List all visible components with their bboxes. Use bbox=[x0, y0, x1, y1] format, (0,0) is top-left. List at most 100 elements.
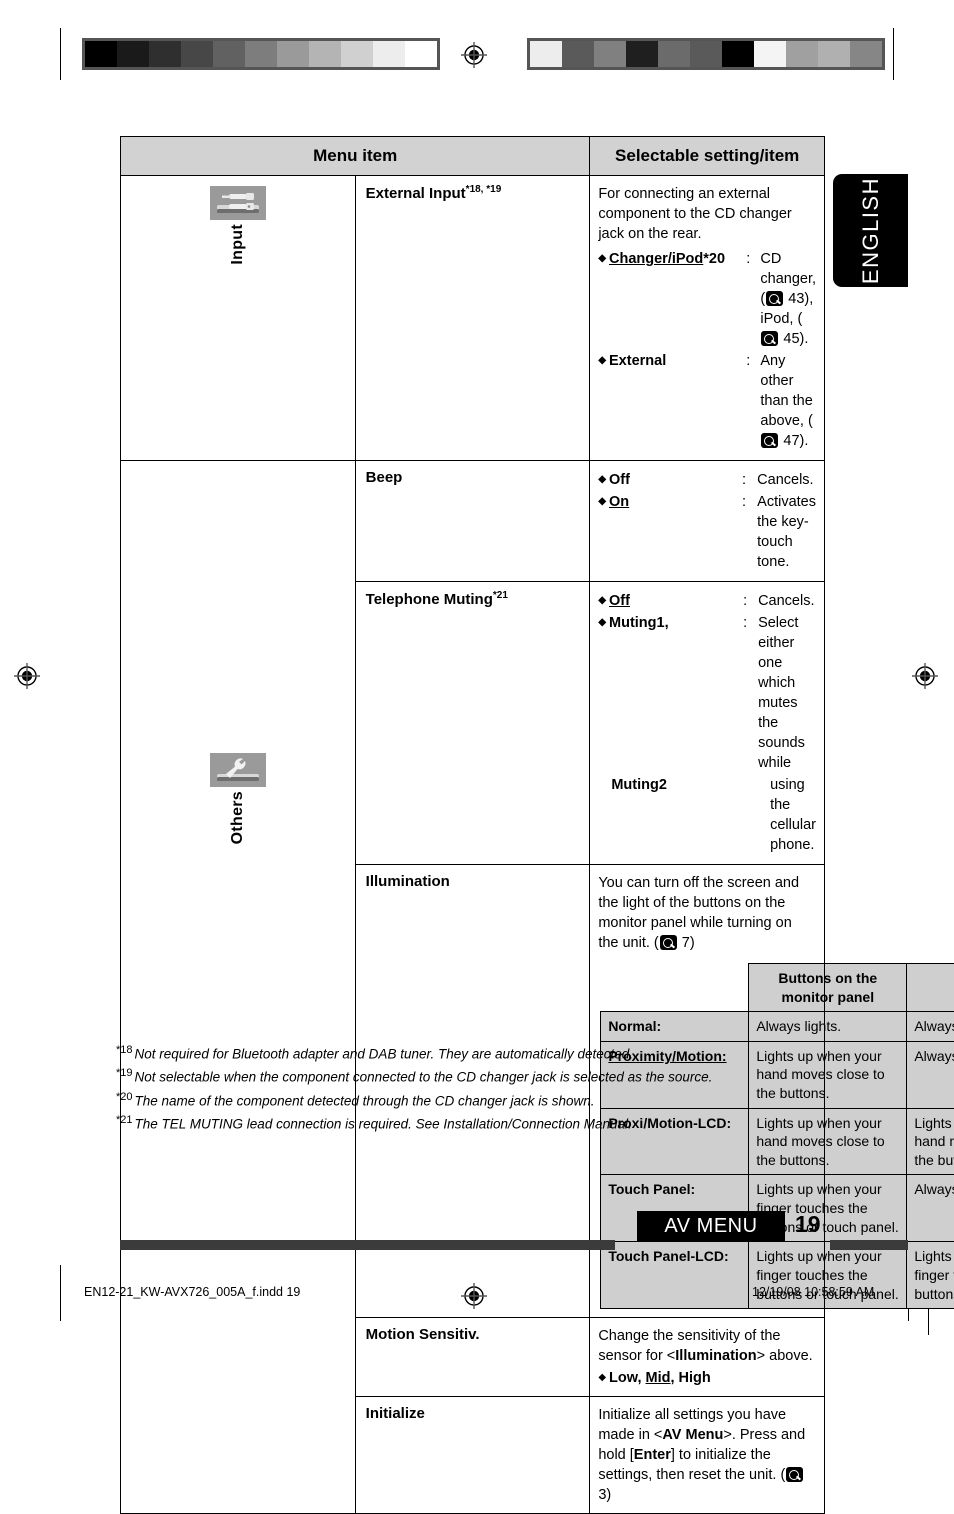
illumination-screen-value: Lights up when your hand moves close to … bbox=[906, 1107, 954, 1176]
category-label-others: Others bbox=[228, 791, 246, 845]
av-menu-table: Menu item Selectable setting/item Input … bbox=[119, 136, 954, 1514]
language-tab-label: ENGLISH bbox=[857, 176, 883, 285]
description-text: You can turn off the screen and the ligh… bbox=[598, 873, 816, 953]
calibration-swatch bbox=[530, 41, 562, 67]
option-list: ◆ Off : Cancels. ◆ On : Activates the key-… bbox=[598, 469, 816, 573]
calibration-swatch bbox=[373, 41, 405, 67]
description-text: For connecting an external component to … bbox=[598, 186, 792, 242]
footnote-item: *18 Not required for Bluetooth adapter an… bbox=[116, 1042, 816, 1065]
category-cell-others: Others bbox=[120, 459, 356, 1514]
option-label: Off bbox=[609, 472, 630, 488]
option-description: Cancels. bbox=[758, 593, 815, 609]
calibration-strip-right bbox=[527, 38, 885, 70]
bullet-diamond-icon: ◆ bbox=[598, 496, 607, 507]
option-key: ◆ External bbox=[598, 350, 746, 452]
illumination-blank-header bbox=[600, 963, 750, 1013]
desc-part: ). bbox=[799, 433, 809, 449]
page-ref: 47 bbox=[783, 433, 800, 449]
calibration-swatch bbox=[786, 41, 818, 67]
option-key: ◆ Off bbox=[598, 590, 743, 612]
registration-target-left bbox=[14, 663, 40, 689]
category-cell-input: Input bbox=[120, 175, 356, 461]
calibration-swatch bbox=[277, 41, 309, 67]
calibration-swatch bbox=[658, 41, 690, 67]
footnote-text: Not required for Bluetooth adapter and D… bbox=[134, 1046, 634, 1062]
option-colon: : bbox=[746, 353, 751, 369]
column-header-selectable-setting: Selectable setting/item bbox=[589, 136, 825, 176]
calibration-strip-left bbox=[82, 38, 440, 70]
menu-item-value-telephone-muting: ◆ Off : Cancels. ◆ Muting1, : Select eithe… bbox=[589, 581, 825, 865]
av-input-jack-icon bbox=[209, 186, 266, 220]
magnifier-icon bbox=[659, 935, 677, 950]
option-key: ◆ Off bbox=[598, 469, 742, 491]
illumination-screen-value: Always lights. bbox=[906, 1011, 954, 1042]
option-row-continued: Muting2 using the cellular phone. bbox=[598, 774, 816, 856]
footnote-item: *19 Not selectable when the component con… bbox=[116, 1065, 816, 1088]
bullet-diamond-icon: ◆ bbox=[598, 595, 607, 606]
option-list: ◆ Changer/iPod*20 : CD changer, ( 43), iP… bbox=[598, 248, 816, 452]
calibration-swatch bbox=[341, 41, 373, 67]
crop-mark bbox=[60, 1265, 61, 1321]
menu-item-name-beep: Beep bbox=[354, 460, 591, 582]
choices-line: ◆ Low, Mid, High bbox=[598, 1368, 816, 1388]
bullet-diamond-icon: ◆ bbox=[598, 474, 607, 485]
language-tab: ENGLISH bbox=[833, 174, 908, 287]
bullet-diamond-icon: ◆ bbox=[598, 617, 607, 628]
table-row-beep: Others Beep ◆ Off : Cancels. ◆ On : Activa… bbox=[120, 459, 825, 1514]
footnote-marker: *18 bbox=[116, 1044, 133, 1056]
desc-part: Any other than the above, ( bbox=[760, 353, 813, 429]
magnifier-icon bbox=[786, 1467, 804, 1483]
bullet-diamond-icon: ◆ bbox=[598, 253, 607, 264]
description-text: Initialize all settings you have made in… bbox=[598, 1405, 816, 1505]
option-key: ◆ On bbox=[598, 491, 742, 573]
menu-item-name-motion-sensitiv: Motion Sensitiv. bbox=[354, 1317, 591, 1398]
footnotes-block: *18 Not required for Bluetooth adapter an… bbox=[116, 1042, 816, 1135]
footnote-marker: *21 bbox=[116, 1114, 133, 1127]
desc-emphasis: Illumination bbox=[675, 1348, 757, 1365]
print-timestamp: 12/19/08 10:58:59 AM bbox=[752, 1285, 875, 1299]
menu-item-value-initialize: Initialize all settings you have made in… bbox=[589, 1396, 825, 1514]
calibration-swatch bbox=[245, 41, 277, 67]
option-colon: : bbox=[743, 593, 748, 609]
av-menu-table-wrapper: Menu item Selectable setting/item Input … bbox=[119, 136, 954, 1514]
description-text: Change the sensitivity of the sensor for… bbox=[598, 1326, 816, 1366]
option-row: ◆ Changer/iPod*20 : CD changer, ( 43), iP… bbox=[598, 248, 816, 350]
option-row: ◆ External : Any other than the above, ( … bbox=[598, 350, 816, 452]
footnote-ref: *18, *19 bbox=[465, 184, 502, 195]
option-label: On bbox=[609, 494, 630, 510]
magnifier-icon bbox=[761, 331, 779, 346]
menu-item-label: Initialize bbox=[365, 1405, 425, 1423]
calibration-swatch bbox=[690, 41, 722, 67]
menu-item-name-initialize: Initialize bbox=[354, 1396, 591, 1514]
calibration-swatch bbox=[181, 41, 213, 67]
choice-high: , High bbox=[670, 1370, 711, 1387]
footnote-item: *20 The name of the component detected th… bbox=[116, 1089, 816, 1112]
bullet-diamond-icon: ◆ bbox=[598, 355, 607, 366]
choice-mid: Mid bbox=[645, 1370, 671, 1387]
option-description-continued: using the cellular phone. bbox=[770, 777, 816, 853]
table-header-row: Menu item Selectable setting/item bbox=[119, 136, 825, 176]
section-badge: AV MENU bbox=[637, 1211, 785, 1241]
page-ref: 7 bbox=[681, 935, 690, 951]
menu-item-name-external-input: External Input*18, *19 bbox=[354, 175, 591, 461]
desc-part: ) bbox=[606, 1487, 612, 1504]
menu-item-label: Telephone Muting bbox=[365, 591, 493, 608]
footer-rule-left bbox=[120, 1240, 615, 1250]
option-description: Select either one which mutes the sounds… bbox=[758, 615, 805, 771]
option-row: ◆ On : Activates the key-touch tone. bbox=[598, 491, 816, 573]
footnote-text: Not selectable when the component connec… bbox=[134, 1069, 713, 1085]
footnote-text: The name of the component detected throu… bbox=[134, 1093, 595, 1109]
crop-mark bbox=[60, 28, 61, 80]
illumination-header-row: Buttons on the monitor panel Screen bbox=[600, 962, 954, 1013]
option-row: ◆ Muting1, : Select either one which mute… bbox=[598, 612, 816, 774]
illumination-screen-value: Always lights. bbox=[906, 1040, 954, 1109]
menu-item-name-telephone-muting: Telephone Muting*21 bbox=[354, 581, 591, 865]
illumination-modes-table: Buttons on the monitor panel Screen Norm… bbox=[600, 962, 954, 1310]
option-colon: : bbox=[741, 494, 747, 510]
option-key: ◆ Changer/iPod*20 bbox=[598, 248, 746, 350]
registration-target-top bbox=[461, 42, 487, 68]
option-colon: : bbox=[743, 615, 748, 631]
menu-item-value-motion-sensitiv: Change the sensitivity of the sensor for… bbox=[589, 1317, 825, 1398]
option-label: External bbox=[609, 353, 667, 369]
illumination-screen-value: Always lights. bbox=[906, 1174, 954, 1243]
